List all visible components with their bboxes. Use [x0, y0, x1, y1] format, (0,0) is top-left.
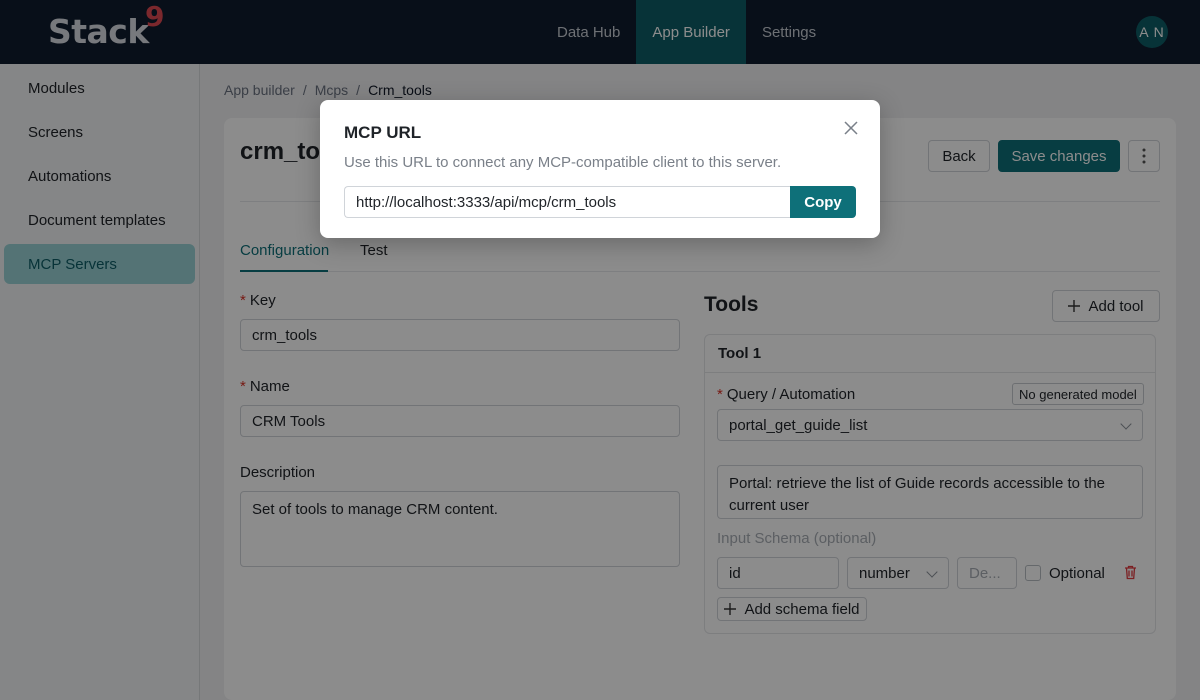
copy-button[interactable]: Copy [790, 186, 856, 218]
close-icon [844, 121, 858, 135]
modal-description: Use this URL to connect any MCP-compatib… [344, 154, 782, 171]
mcp-url-input[interactable]: http://localhost:3333/api/mcp/crm_tools [344, 186, 791, 218]
mcp-url-modal: MCP URL Use this URL to connect any MCP-… [320, 100, 880, 238]
modal-title: MCP URL [344, 123, 422, 142]
close-button[interactable] [840, 117, 862, 139]
